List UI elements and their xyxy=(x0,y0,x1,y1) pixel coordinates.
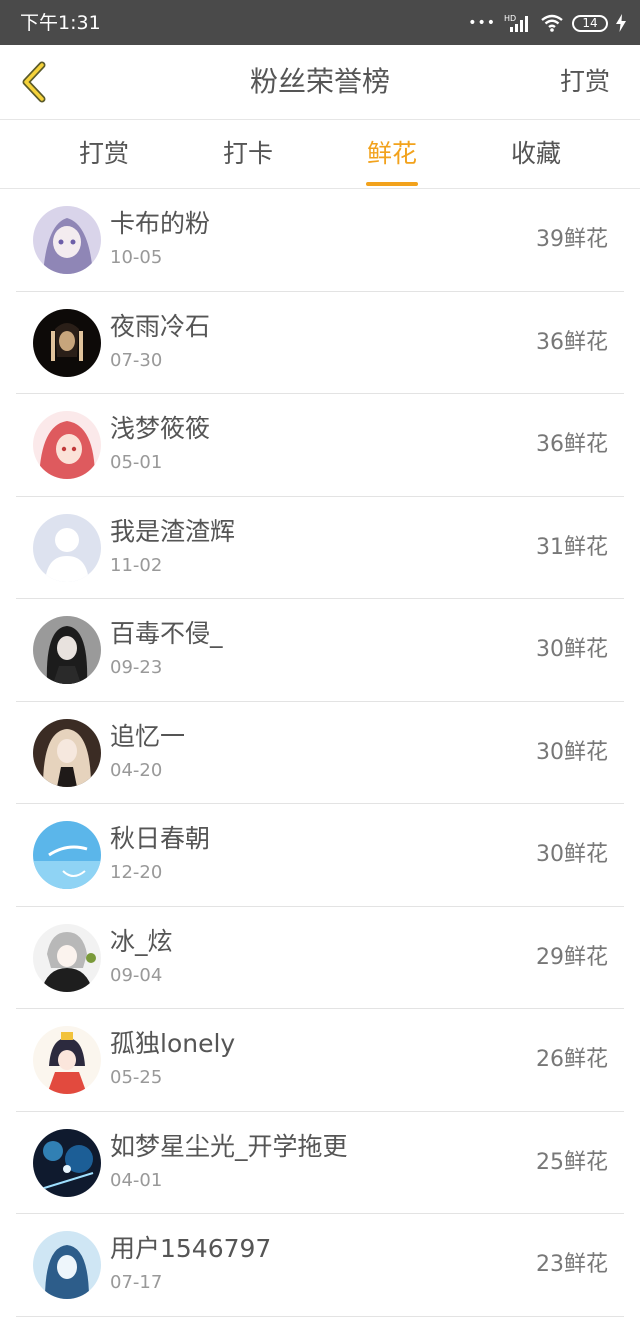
more-dots-icon: ••• xyxy=(468,15,496,31)
flower-count: 39鲜花 xyxy=(536,227,608,252)
fan-list: 卡布的粉 10-05 39鲜花 夜雨冷石 07-30 36鲜花 浅梦筱筱 05-… xyxy=(0,189,640,1317)
fan-date: 12-20 xyxy=(110,862,163,883)
wifi-icon xyxy=(540,13,564,33)
page-title: 粉丝荣誉榜 xyxy=(249,65,390,98)
fan-name: 如梦星尘光_开学拖更 xyxy=(110,1131,348,1161)
status-bar: 下午1:31 ••• HD 14 xyxy=(0,0,640,45)
avatar xyxy=(33,923,101,992)
status-time: 下午1:31 xyxy=(20,12,101,34)
tab-bar: 打赏 打卡 鲜花 收藏 xyxy=(0,120,640,189)
flower-count: 29鲜花 xyxy=(536,944,608,970)
fan-date: 11-02 xyxy=(110,554,163,576)
fan-row[interactable]: 夜雨冷石 07-30 36鲜花 xyxy=(16,292,624,394)
flower-count: 30鲜花 xyxy=(536,739,608,765)
fan-name: 孤独lonely xyxy=(110,1029,236,1058)
tab-flowers-label: 鲜花 xyxy=(366,139,417,168)
fan-row[interactable]: 秋日春朝 12-20 30鲜花 xyxy=(16,804,624,907)
fan-name: 卡布的粉 xyxy=(110,209,211,238)
avatar xyxy=(33,1128,101,1197)
fan-row[interactable]: 冰_炫 09-04 29鲜花 xyxy=(16,907,624,1009)
fan-row[interactable]: 我是渣渣辉 11-02 31鲜花 xyxy=(16,497,624,599)
avatar xyxy=(33,411,101,479)
fan-name: 夜雨冷石 xyxy=(110,311,211,341)
avatar xyxy=(33,206,101,274)
fan-name: 秋日春朝 xyxy=(110,824,211,853)
fan-name: 冰_炫 xyxy=(110,926,173,956)
avatar xyxy=(33,1231,101,1299)
avatar xyxy=(33,1026,101,1094)
fan-row[interactable]: 百毒不侵_ 09-23 30鲜花 xyxy=(16,599,624,702)
flower-count: 26鲜花 xyxy=(536,1047,608,1072)
avatar xyxy=(33,821,101,889)
flower-count: 23鲜花 xyxy=(536,1252,608,1277)
fan-date: 09-23 xyxy=(110,657,163,678)
battery-icon: 14 xyxy=(572,14,608,32)
avatar xyxy=(33,718,101,787)
fan-name: 我是渣渣辉 xyxy=(110,516,236,546)
fan-date: 07-30 xyxy=(110,349,163,371)
fan-date: 09-04 xyxy=(110,964,163,986)
flower-count: 36鲜花 xyxy=(536,432,608,457)
fan-date: 05-01 xyxy=(110,452,163,473)
reward-button[interactable]: 打赏 xyxy=(560,45,610,119)
fan-date: 05-25 xyxy=(110,1067,163,1088)
flower-count: 31鲜花 xyxy=(536,534,608,560)
fan-row[interactable]: 卡布的粉 10-05 39鲜花 xyxy=(16,189,624,292)
fan-date: 07-17 xyxy=(110,1272,163,1293)
header: 粉丝荣誉榜 打赏 xyxy=(0,45,640,120)
fan-date: 10-05 xyxy=(110,247,163,268)
flower-count: 30鲜花 xyxy=(536,842,608,867)
charging-icon xyxy=(616,14,626,32)
flower-count: 36鲜花 xyxy=(536,329,608,355)
avatar xyxy=(33,616,101,684)
fan-date: 04-20 xyxy=(110,759,163,781)
active-tab-indicator xyxy=(366,182,418,186)
signal-icon: HD xyxy=(504,13,532,33)
avatar xyxy=(33,308,101,377)
fan-row[interactable]: 孤独lonely 05-25 26鲜花 xyxy=(16,1009,624,1112)
flower-count: 25鲜花 xyxy=(536,1149,608,1175)
svg-text:HD: HD xyxy=(504,14,516,23)
tab-checkin[interactable]: 打卡 xyxy=(176,120,320,188)
fan-row[interactable]: 如梦星尘光_开学拖更 04-01 25鲜花 xyxy=(16,1112,624,1214)
tab-favorites[interactable]: 收藏 xyxy=(464,120,608,188)
fan-date: 04-01 xyxy=(110,1169,163,1191)
tab-flowers[interactable]: 鲜花 xyxy=(320,120,464,188)
fan-name: 用户1546797 xyxy=(110,1234,272,1263)
fan-name: 百毒不侵_ xyxy=(110,619,223,648)
avatar xyxy=(33,513,101,582)
status-icons: ••• HD 14 xyxy=(468,10,626,36)
flower-count: 30鲜花 xyxy=(536,637,608,662)
fan-name: 追忆一 xyxy=(110,721,186,751)
fan-name: 浅梦筱筱 xyxy=(110,414,211,443)
tab-reward[interactable]: 打赏 xyxy=(32,120,176,188)
fan-row[interactable]: 浅梦筱筱 05-01 36鲜花 xyxy=(16,394,624,497)
fan-row[interactable]: 用户1546797 07-17 23鲜花 xyxy=(16,1214,624,1317)
fan-row[interactable]: 追忆一 04-20 30鲜花 xyxy=(16,702,624,804)
